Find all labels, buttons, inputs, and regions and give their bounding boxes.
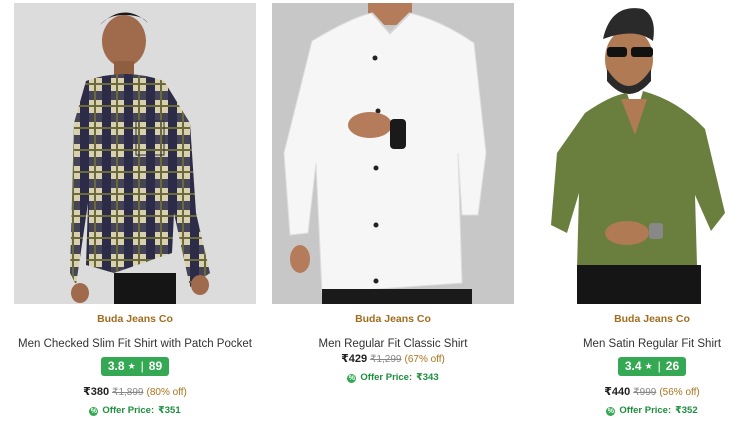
price-row: ₹440 ₹999 (56% off) (604, 386, 699, 399)
product-title[interactable]: Men Regular Fit Classic Shirt (319, 337, 468, 351)
product-title[interactable]: Men Checked Slim Fit Shirt with Patch Po… (18, 337, 252, 351)
star-icon: ★ (644, 361, 653, 371)
rating-count: 89 (148, 359, 163, 373)
discount-text: (56% off) (659, 387, 700, 398)
rating-separator: | (657, 359, 661, 373)
rating-count: 26 (665, 359, 680, 373)
selling-price: ₹380 (83, 386, 110, 398)
original-price: ₹1,299 (370, 354, 402, 365)
offer-price: ₹352 (675, 405, 698, 416)
product-image[interactable] (272, 3, 514, 304)
rating-separator: | (140, 359, 144, 373)
star-icon: ★ (127, 361, 136, 371)
product-image[interactable] (531, 3, 755, 304)
original-price: ₹1,899 (112, 387, 144, 398)
selling-price: ₹429 (341, 353, 368, 365)
offer-price-row: % Offer Price: ₹351 (89, 405, 181, 417)
product-info: Buda Jeans Co Men Checked Slim Fit Shirt… (0, 313, 270, 417)
price-row: ₹380 ₹1,899 (80% off) (83, 386, 187, 399)
offer-label: Offer Price: (102, 405, 155, 416)
offer-price: ₹351 (158, 405, 181, 416)
price-row: ₹429 ₹1,299 (67% off) (341, 353, 445, 366)
product-info: Buda Jeans Co Men Regular Fit Classic Sh… (258, 313, 528, 384)
offer-price: ₹343 (416, 372, 439, 383)
product-title[interactable]: Men Satin Regular Fit Shirt (583, 337, 721, 351)
offer-price-row: % Offer Price: ₹343 (347, 372, 439, 384)
rating-badge: 3.4 ★ | 26 (617, 357, 687, 376)
product-image[interactable] (14, 3, 256, 304)
discount-text: (67% off) (404, 354, 445, 365)
product-brand[interactable]: Buda Jeans Co (614, 313, 690, 326)
offer-icon: % (606, 406, 616, 416)
rating-badge: 3.8 ★ | 89 (100, 357, 170, 376)
offer-icon: % (347, 373, 357, 383)
selling-price: ₹440 (604, 386, 631, 398)
offer-price-row: % Offer Price: ₹352 (606, 405, 698, 417)
offer-icon: % (89, 406, 99, 416)
product-brand[interactable]: Buda Jeans Co (97, 313, 173, 326)
rating-value: 3.4 (624, 359, 642, 373)
product-info: Buda Jeans Co Men Satin Regular Fit Shir… (517, 313, 755, 417)
product-brand[interactable]: Buda Jeans Co (355, 313, 431, 326)
rating-value: 3.8 (107, 359, 125, 373)
original-price: ₹999 (633, 387, 657, 398)
offer-label: Offer Price: (619, 405, 672, 416)
discount-text: (80% off) (146, 387, 187, 398)
offer-label: Offer Price: (360, 372, 413, 383)
